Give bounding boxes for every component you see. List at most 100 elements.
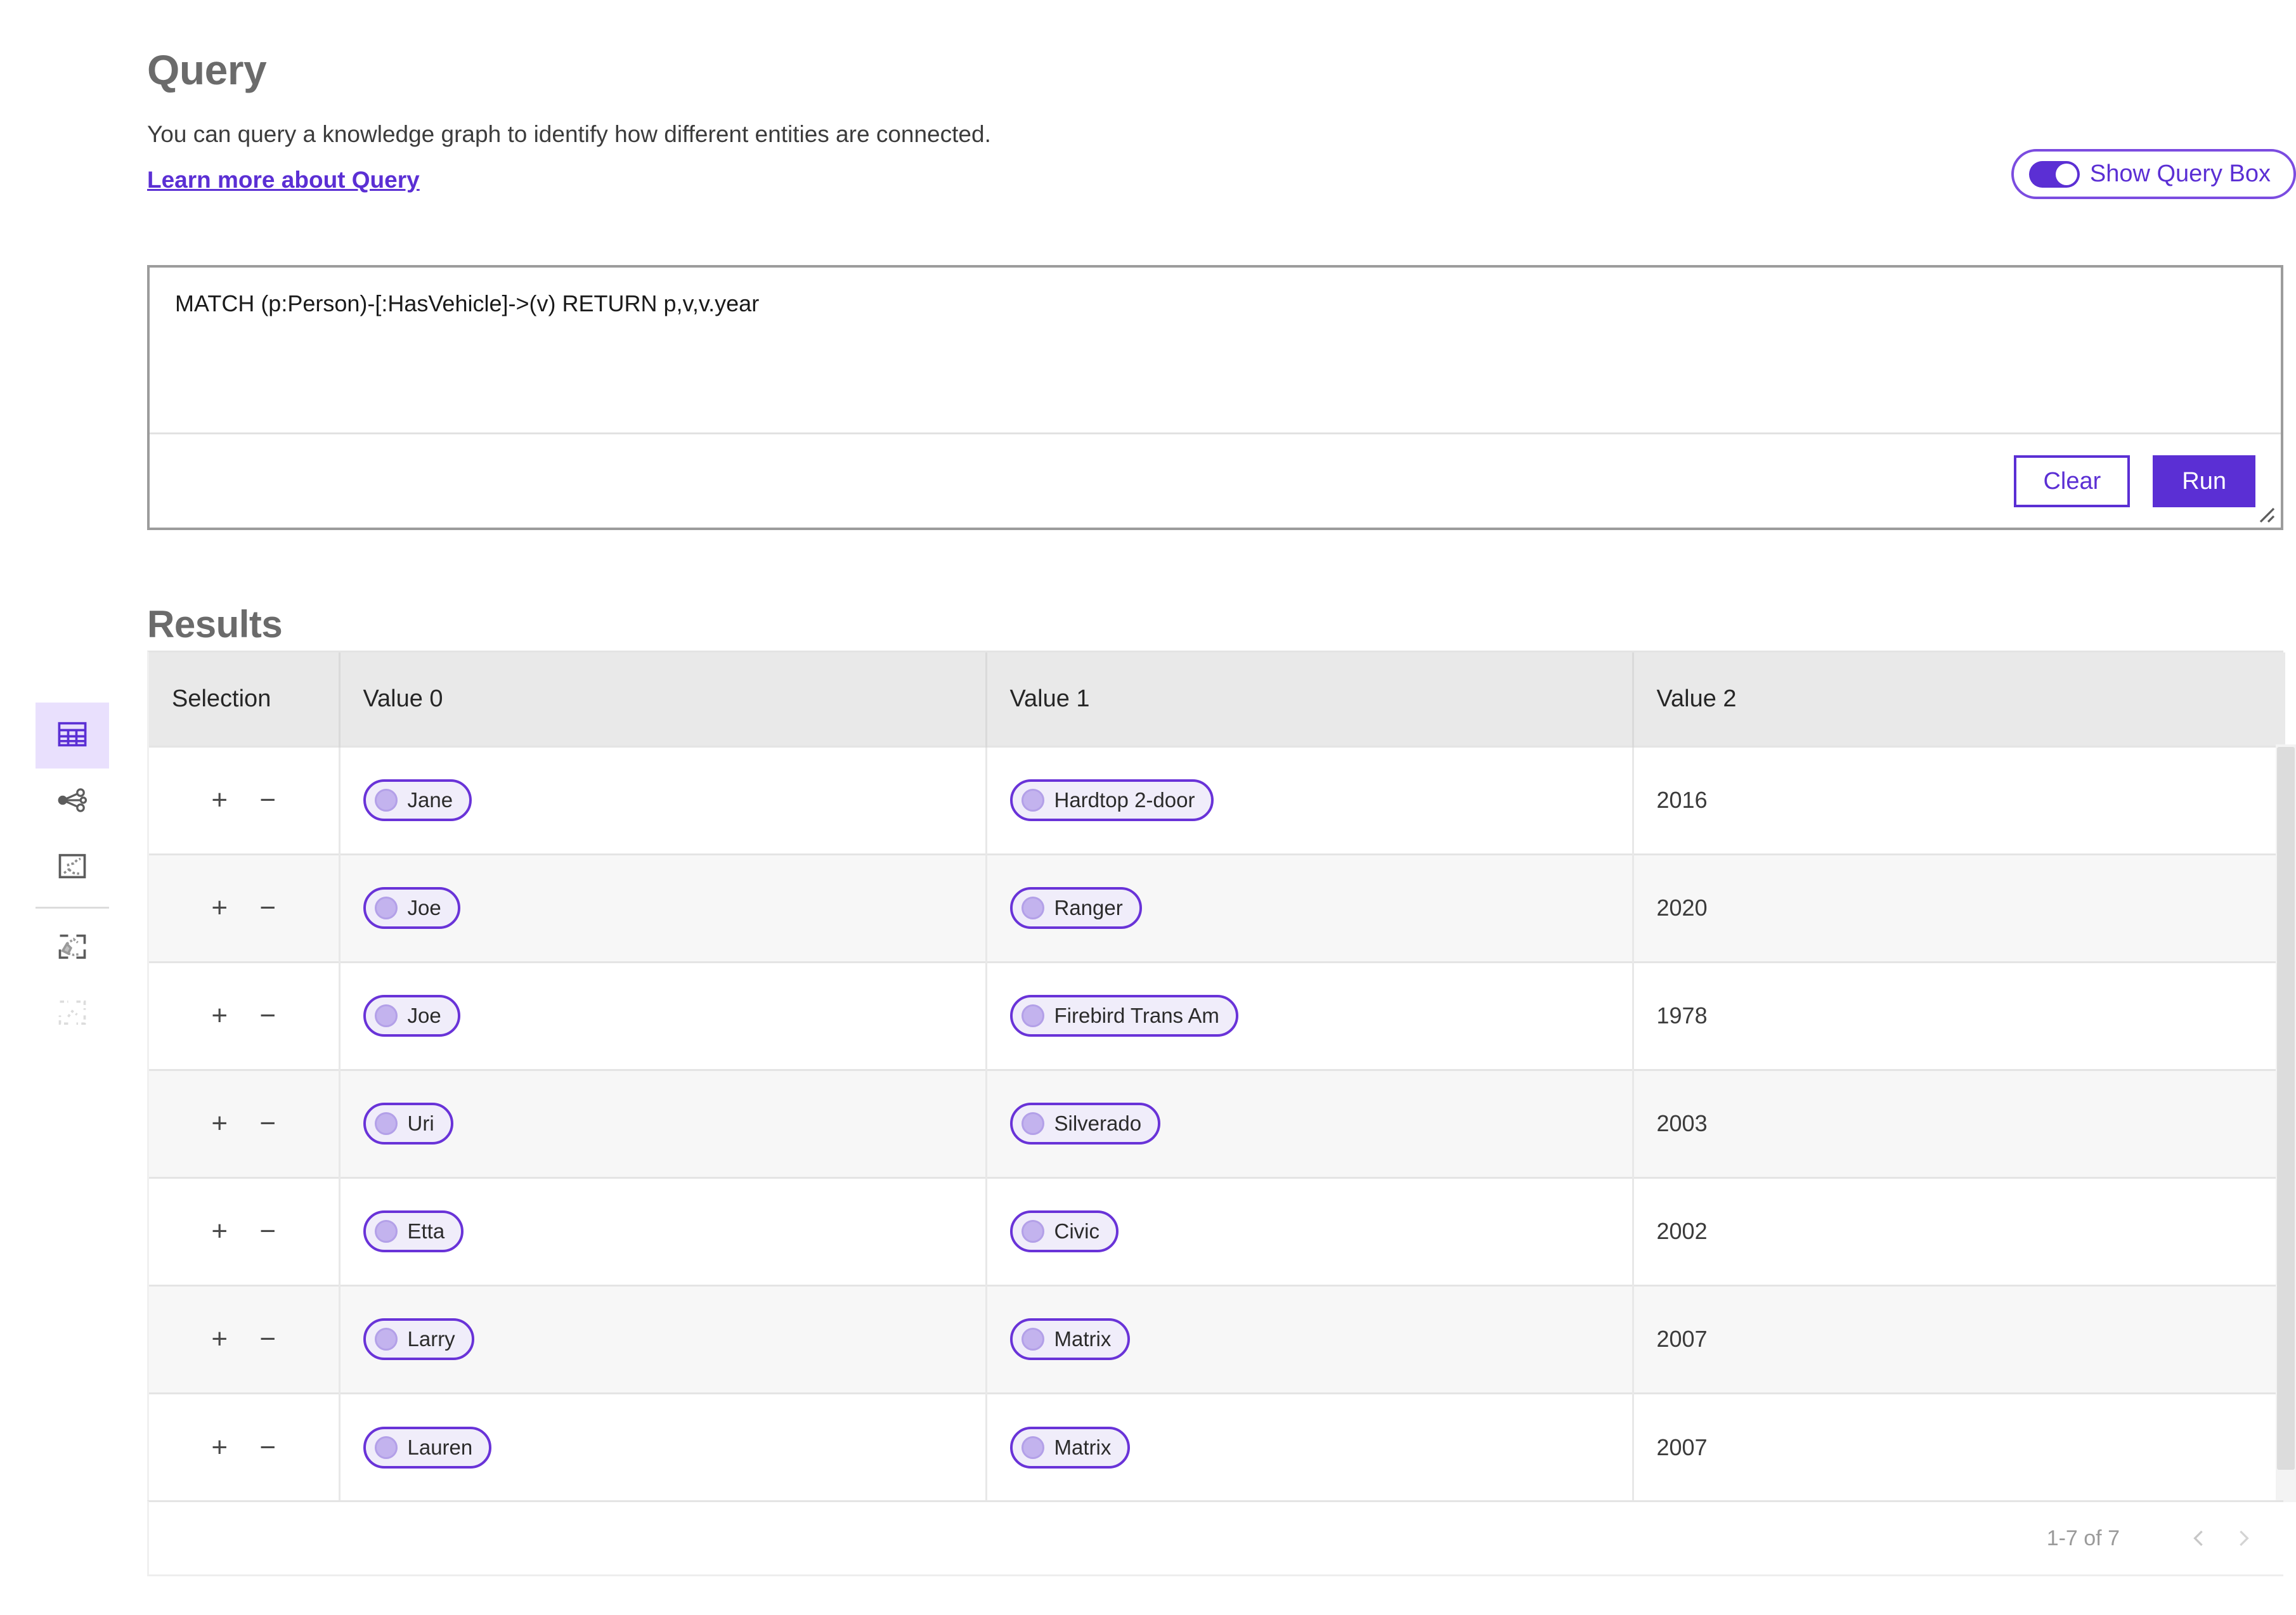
show-query-box-toggle[interactable]: Show Query Box	[2011, 149, 2296, 199]
results-table: Selection Value 0 Value 1 Value 2 + − Jane…	[149, 652, 2285, 1501]
entity-chip[interactable]: Matrix	[1009, 1318, 1131, 1360]
table-row: + − Uri Silverado 2003	[149, 1068, 2285, 1177]
entity-chip[interactable]: Uri	[363, 1103, 453, 1145]
run-button[interactable]: Run	[2153, 455, 2255, 507]
add-selection-button[interactable]: +	[207, 786, 232, 814]
column-header-value-2[interactable]: Value 2	[1633, 652, 2285, 746]
entity-chip[interactable]: Firebird Trans Am	[1009, 995, 1238, 1037]
learn-more-link[interactable]: Learn more about Query	[147, 167, 420, 193]
query-input[interactable]: MATCH (p:Person)-[:HasVehicle]->(v) RETU…	[150, 268, 2281, 432]
cell-value-2: 2020	[1633, 853, 2285, 962]
selection-cell: + −	[149, 1176, 341, 1285]
entity-chip-label: Matrix	[1054, 1327, 1112, 1351]
selection-cell: + −	[149, 961, 341, 1070]
add-selection-button[interactable]: +	[207, 1110, 232, 1138]
table-row: + − Larry Matrix 2007	[149, 1284, 2285, 1393]
query-box: MATCH (p:Person)-[:HasVehicle]->(v) RETU…	[147, 265, 2283, 530]
entity-chip[interactable]: Ranger	[1009, 887, 1142, 929]
entity-chip-label: Matrix	[1054, 1435, 1112, 1459]
add-selection-button[interactable]: +	[207, 894, 232, 922]
entity-chip[interactable]: Hardtop 2-door	[1009, 779, 1214, 821]
results-table-wrap: Selection Value 0 Value 1 Value 2 + − Jane…	[147, 651, 2285, 1501]
sidebar-item-graph-view[interactable]	[36, 769, 109, 834]
node-circle-icon	[374, 1436, 398, 1459]
table-row: + − Etta Civic 2002	[149, 1176, 2285, 1285]
cell-value-1: Matrix	[986, 1284, 1634, 1393]
entity-chip[interactable]: Civic	[1009, 1210, 1119, 1252]
sidebar-divider	[36, 907, 109, 909]
table-row: + − Joe Firebird Trans Am 1978	[149, 961, 2285, 1070]
entity-chip-label: Silverado	[1054, 1112, 1142, 1135]
entity-chip[interactable]: Lauren	[363, 1426, 492, 1469]
node-circle-icon	[374, 897, 398, 919]
remove-selection-button[interactable]: −	[255, 1217, 280, 1245]
query-actions: Clear Run	[150, 432, 2281, 528]
cell-value-1: Firebird Trans Am	[986, 961, 1634, 1070]
toggle-knob	[2055, 163, 2077, 185]
scrollbar-thumb[interactable]	[2277, 747, 2295, 1470]
selection-cell: + −	[149, 853, 341, 962]
table-vertical-scrollbar[interactable]	[2276, 744, 2296, 1502]
cell-value-0: Joe	[339, 853, 987, 962]
resize-handle-icon[interactable]	[2253, 501, 2276, 524]
column-header-value-0[interactable]: Value 0	[339, 652, 987, 746]
cell-value-1: Civic	[986, 1176, 1634, 1285]
entity-chip-label: Jane	[407, 788, 453, 812]
table-body: + − Jane Hardtop 2-door 2016 + − Joe Ranger 2020 +…	[149, 745, 2285, 1501]
remove-selection-button[interactable]: −	[255, 1325, 280, 1353]
remove-selection-button[interactable]: −	[255, 1433, 280, 1462]
remove-selection-button[interactable]: −	[255, 786, 280, 814]
remove-selection-button[interactable]: −	[255, 1110, 280, 1138]
map-route-icon	[56, 850, 89, 886]
entity-chip-label: Lauren	[407, 1435, 473, 1459]
cell-value-0: Etta	[339, 1176, 987, 1285]
cell-value-1: Silverado	[986, 1068, 1634, 1177]
add-selection-button[interactable]: +	[207, 1217, 232, 1245]
node-circle-icon	[374, 789, 398, 812]
column-header-value-1[interactable]: Value 1	[986, 652, 1634, 746]
entity-chip[interactable]: Etta	[363, 1210, 464, 1252]
entity-chip-label: Etta	[407, 1219, 445, 1243]
table-row: + − Lauren Matrix 2007	[149, 1392, 2285, 1501]
cell-value-0: Lauren	[339, 1392, 987, 1501]
cell-value-2: 1978	[1633, 961, 2285, 1070]
cell-value-2: 2016	[1633, 745, 2285, 854]
sidebar-item-map-selection[interactable]	[36, 915, 109, 981]
entity-chip-label: Ranger	[1054, 896, 1123, 919]
node-circle-icon	[1021, 789, 1044, 812]
entity-chip[interactable]: Larry	[363, 1318, 474, 1360]
column-header-selection[interactable]: Selection	[149, 652, 341, 746]
chevron-left-icon[interactable]	[2177, 1516, 2221, 1560]
entity-chip-label: Joe	[407, 896, 441, 919]
sidebar-item-table-view[interactable]	[36, 703, 109, 769]
toggle-label: Show Query Box	[2089, 160, 2271, 187]
cell-value-0: Larry	[339, 1284, 987, 1393]
entity-chip[interactable]: Matrix	[1009, 1426, 1131, 1469]
add-selection-button[interactable]: +	[207, 1002, 232, 1030]
page-subtitle: You can query a knowledge graph to ident…	[147, 121, 991, 147]
entity-chip-label: Firebird Trans Am	[1054, 1004, 1219, 1027]
results-title: Results	[147, 602, 283, 645]
node-circle-icon	[374, 1328, 398, 1351]
add-selection-button[interactable]: +	[207, 1433, 232, 1462]
clear-button[interactable]: Clear	[2014, 455, 2131, 507]
entity-chip[interactable]: Silverado	[1009, 1103, 1161, 1145]
remove-selection-button[interactable]: −	[255, 894, 280, 922]
entity-chip-label: Joe	[407, 1004, 441, 1027]
entity-chip[interactable]: Joe	[363, 995, 460, 1037]
toggle-track[interactable]	[2028, 160, 2080, 188]
page-count-label: 1-7 of 7	[2046, 1526, 2120, 1550]
add-selection-button[interactable]: +	[207, 1325, 232, 1353]
sidebar-item-map-empty[interactable]	[36, 981, 109, 1047]
entity-chip[interactable]: Jane	[363, 779, 472, 821]
node-circle-icon	[1021, 1220, 1044, 1243]
remove-selection-button[interactable]: −	[255, 1002, 280, 1030]
node-circle-icon	[1021, 1328, 1044, 1351]
cell-value-1: Hardtop 2-door	[986, 745, 1634, 854]
node-circle-icon	[374, 1004, 398, 1027]
chevron-right-icon[interactable]	[2221, 1516, 2266, 1560]
left-rail	[36, 703, 109, 1047]
entity-chip[interactable]: Joe	[363, 887, 460, 929]
sidebar-item-map-route[interactable]	[36, 834, 109, 900]
node-circle-icon	[374, 1112, 398, 1135]
